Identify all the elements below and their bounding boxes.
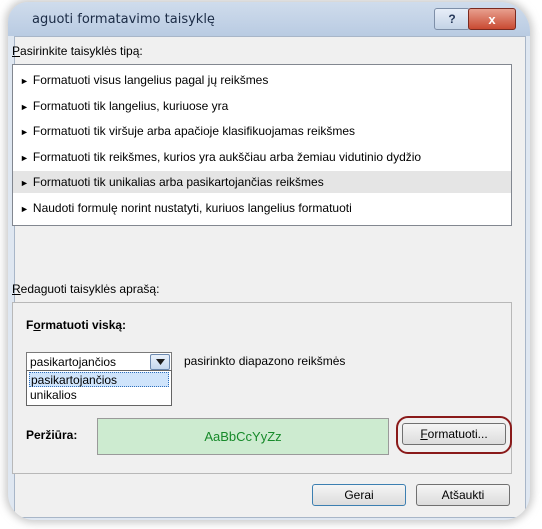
help-icon: ? [448,12,456,26]
rule-type-item-label: Formatuoti tik viršuje arba apačioje kla… [32,124,356,138]
close-icon: x [488,11,496,27]
rule-type-item[interactable]: ► Formatuoti visus langelius pagal jų rei… [13,69,511,91]
ok-button-label: Gerai [344,488,374,502]
bullet-arrow-icon: ► [20,178,29,188]
format-preview: AaBbCcYyZz [97,418,389,455]
rule-type-item-label: Formatuoti visus langelius pagal jų reik… [32,73,269,87]
bullet-arrow-icon: ► [20,203,29,214]
duplicate-unique-select[interactable]: pasikartojančios [26,352,172,372]
rule-type-item[interactable]: ► Naudoti formulę norint nustatyti, kuriu… [13,197,511,219]
option-duplicate[interactable]: pasikartojančios [29,372,169,387]
chevron-down-icon [155,359,165,365]
cancel-button-label: Atšaukti [441,488,485,502]
help-button[interactable]: ? [434,8,470,30]
rule-description-label: Redaguoti taisyklės aprašą: [12,282,160,296]
window-title: aguoti formatavimo taisyklę [32,12,215,27]
bullet-arrow-icon: ► [20,127,29,137]
bullet-arrow-icon: ► [20,76,29,86]
select-dropdown-list: pasikartojančios unikalios [26,370,172,406]
rule-type-item-label: Formatuoti tik langelius, kuriuose yra [32,98,229,113]
rule-type-item[interactable]: ► Formatuoti tik reikšmes, kurios yra auk… [13,146,511,168]
close-button[interactable]: x [468,8,516,30]
option-unique[interactable]: unikalios [29,388,77,403]
rule-type-item-label: Naudoti formulę norint nustatyti, kuriuo… [32,200,352,215]
rule-type-item[interactable]: ► Formatuoti tik viršuje arba apačioje kl… [13,120,511,142]
rule-type-item[interactable]: ► Formatuoti tik langelius, kuriuose yra [13,95,511,117]
bullet-arrow-icon: ► [20,101,29,112]
format-button[interactable]: Formatuoti... [402,423,506,445]
title-bar: aguoti formatavimo taisyklę ? x [8,2,530,36]
preview-label: Peržiūra: [26,428,78,442]
rule-type-item-label: Formatuoti tik unikalias arba pasikartoj… [32,175,324,189]
rule-type-item-label: Formatuoti tik reikšmes, kurios yra aukš… [32,149,422,164]
bullet-arrow-icon: ► [20,152,29,163]
ok-button[interactable]: Gerai [312,484,406,506]
rule-type-label: Pasirinkite taisyklės tipą: [12,44,143,58]
rule-type-item[interactable]: ► Formatuoti tik unikalias arba pasikarto… [13,171,511,193]
select-suffix-text: pasirinkto diapazono reikšmės [184,354,346,368]
dropdown-button[interactable] [150,354,170,370]
preview-sample-text: AaBbCcYyZz [204,429,282,444]
select-value: pasikartojančios [30,355,117,369]
rule-type-list[interactable]: ► Formatuoti visus langelius pagal jų rei… [12,64,512,226]
cancel-button[interactable]: Atšaukti [416,484,510,506]
format-all-label: Formatuoti viską: [26,318,127,332]
